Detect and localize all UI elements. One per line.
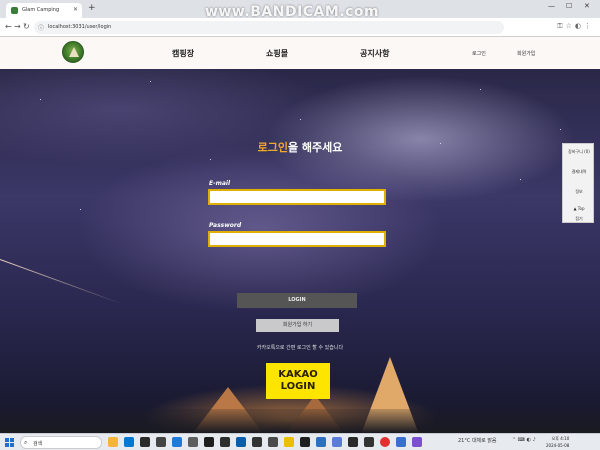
taskbar-app-icon[interactable] [412,437,422,447]
nav-item-campsite[interactable]: 캠핑장 [172,48,194,59]
login-button[interactable]: LOGIN [237,293,357,308]
site-info-icon[interactable]: ⓘ [38,23,44,32]
taskbar-app-icon[interactable] [108,437,118,447]
forward-arrow-icon[interactable]: → [14,22,21,31]
taskbar-clock[interactable]: 오후 4:10 2024-05-08 [546,435,569,449]
taskbar-app-icon[interactable] [316,437,326,447]
tab-title: Glam Camping [22,7,60,13]
site-header: 캠핑장 쇼핑몰 공지사항 로그인 회원가입 [0,37,600,69]
taskbar-app-icon[interactable] [188,437,198,447]
side-item-payments[interactable]: 결제내역 [563,169,595,175]
taskbar-app-icon[interactable] [348,437,358,447]
taskbar-app-icon[interactable] [396,437,406,447]
side-item-info[interactable]: 정보 [563,189,595,195]
windows-taskbar: ⌕ 검색 21°C 대체로 맑음 ⌃ ⌨ ◐ ♪ 오후 4:10 2024-05… [0,433,600,450]
ground [0,409,600,433]
floating-side-menu: 장바구니 (0) 결제내역 정보 ▲ Top 접기 [562,143,594,223]
taskbar-search-placeholder: 검색 [33,441,43,447]
email-label: E-mail [209,180,231,187]
taskbar-app-icon[interactable] [364,437,374,447]
taskbar-app-icon[interactable] [268,437,278,447]
weather-widget[interactable]: 21°C 대체로 맑음 [458,437,497,444]
close-window-button[interactable]: ✕ [584,2,590,10]
browser-toolbar: ← → ↻ ⓘ localhost:3031/user/login ⚿☆◐⋮ [0,18,600,37]
email-field[interactable] [208,189,386,205]
login-title-rest: 을 해주세요 [287,141,343,154]
clock-time: 오후 4:10 [551,436,570,441]
back-arrow-icon[interactable]: ← [5,22,12,31]
side-item-cart[interactable]: 장바구니 (0) [563,149,595,155]
meteor-streak [0,259,123,305]
windows-start-icon[interactable] [5,438,14,447]
browser-tab[interactable]: Glam Camping ✕ [6,3,82,18]
site-favicon-icon [11,7,18,14]
address-bar[interactable]: ⓘ localhost:3031/user/login [34,21,504,34]
signup-button[interactable]: 회원가입 하기 [256,319,339,332]
taskbar-app-icon[interactable] [300,437,310,447]
close-tab-icon[interactable]: ✕ [73,6,78,13]
login-link[interactable]: 로그인 [472,50,486,57]
kakao-button-line1: KAKAO [278,369,318,380]
taskbar-app-icon[interactable] [332,437,342,447]
taskbar-app-icon[interactable] [156,437,166,447]
site-logo[interactable] [62,41,84,63]
side-item-top[interactable]: ▲ Top [563,206,595,211]
taskbar-search-input[interactable]: ⌕ 검색 [20,436,102,449]
taskbar-app-icon[interactable] [380,437,390,447]
nav-item-notice[interactable]: 공지사항 [360,48,389,59]
password-field[interactable] [208,231,386,247]
system-tray-icons[interactable]: ⌃ ⌨ ◐ ♪ [512,437,536,443]
new-tab-button[interactable]: + [88,3,96,13]
kakao-button-line2: LOGIN [280,381,316,392]
nav-item-shop[interactable]: 쇼핑몰 [266,48,288,59]
login-title: 로그인을 해주세요 [0,139,600,155]
kakao-login-button[interactable]: KAKAO LOGIN [266,363,330,399]
browser-tab-bar: Glam Camping ✕ + — ☐ ✕ [0,0,600,18]
taskbar-app-icon[interactable] [124,437,134,447]
search-icon: ⌕ [24,439,28,446]
browser-extension-icons[interactable]: ⚿☆◐⋮ [557,22,594,31]
login-title-accent: 로그인 [257,141,288,154]
kakao-note: 카카오톡으로 간편 로그인 할 수 있습니다 [256,345,344,351]
taskbar-app-icon[interactable] [140,437,150,447]
taskbar-app-icon[interactable] [252,437,262,447]
url-text: localhost:3031/user/login [48,24,112,30]
side-item-collapse[interactable]: 접기 [563,216,595,222]
taskbar-app-icon[interactable] [220,437,230,447]
taskbar-app-icon[interactable] [236,437,246,447]
taskbar-app-icon[interactable] [284,437,294,447]
password-label: Password [209,222,242,229]
signup-link[interactable]: 회원가입 [517,50,535,57]
reload-icon[interactable]: ↻ [23,22,30,31]
taskbar-app-icon[interactable] [172,437,182,447]
maximize-button[interactable]: ☐ [566,2,572,10]
taskbar-app-icon[interactable] [204,437,214,447]
minimize-button[interactable]: — [548,2,555,10]
clock-date: 2024-05-08 [546,443,570,448]
